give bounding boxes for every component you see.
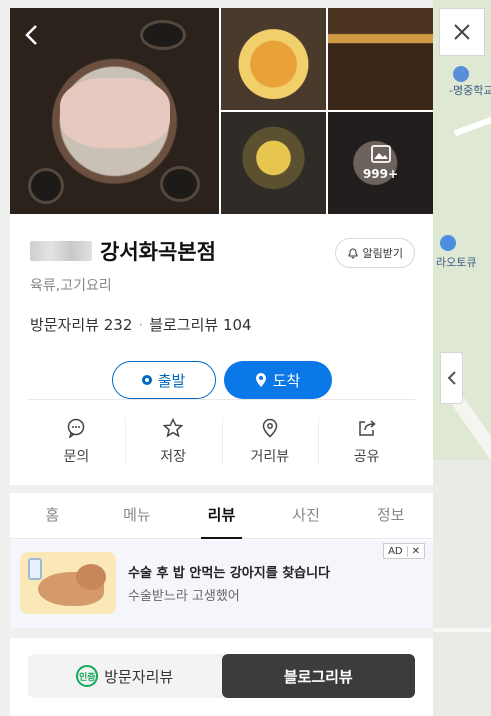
location-pin-icon xyxy=(255,373,266,387)
place-panel: 999+ 강서화곡본점 알림받기 육류,고기요리 방문자리뷰 232 · 블로그리뷰… xyxy=(10,8,433,716)
photo-thumb-3[interactable] xyxy=(221,112,326,214)
map-label-shop[interactable]: 라오토큐 xyxy=(436,254,476,270)
chevron-left-icon xyxy=(447,371,456,385)
review-type-switch: 인증 방문자리뷰 블로그리뷰 xyxy=(28,654,415,698)
photo-gallery: 999+ xyxy=(10,8,433,214)
action-label: 공유 xyxy=(353,449,380,465)
place-name: 강서화곡본점 xyxy=(100,240,216,264)
more-photos-count: 999+ xyxy=(362,167,399,181)
certified-badge-icon: 인증 xyxy=(76,665,99,687)
collapse-panel-button[interactable] xyxy=(440,352,463,404)
divider xyxy=(28,399,415,400)
blog-review-count[interactable]: 블로그리뷰 104 xyxy=(149,316,251,334)
school-map-icon[interactable] xyxy=(453,66,469,82)
share-icon xyxy=(358,420,376,436)
action-share[interactable]: 공유 xyxy=(318,406,415,478)
ad-subtitle[interactable]: 수술받느라 고생했어 xyxy=(128,585,240,604)
chevron-left-icon xyxy=(25,25,37,45)
action-label: 문의 xyxy=(63,449,90,465)
place-info: 강서화곡본점 알림받기 육류,고기요리 방문자리뷰 232 · 블로그리뷰 104 … xyxy=(10,214,433,399)
more-photos-button[interactable]: 999+ xyxy=(328,112,433,214)
tab-bar: 홈 메뉴 리뷰 사진 정보 xyxy=(10,493,433,539)
photo-main[interactable] xyxy=(10,8,219,214)
visitor-review-tab[interactable]: 인증 방문자리뷰 xyxy=(28,654,222,698)
back-button[interactable] xyxy=(24,24,38,50)
tab-review[interactable]: 리뷰 xyxy=(179,493,264,539)
section-gap xyxy=(10,485,433,493)
blurred-name xyxy=(30,241,92,261)
location-pin-icon xyxy=(262,418,278,438)
image-icon xyxy=(370,145,391,163)
action-street-view[interactable]: 거리뷰 xyxy=(221,406,319,478)
ad-title[interactable]: 수술 후 밥 안먹는 강아지를 찾습니다 xyxy=(128,562,330,581)
ad-badge: AD ✕ xyxy=(383,543,425,559)
alarm-label: 알림받기 xyxy=(362,247,403,260)
action-label: 거리뷰 xyxy=(250,449,290,465)
review-separator: · xyxy=(138,316,144,334)
close-icon xyxy=(454,24,470,40)
blog-review-tab[interactable]: 블로그리뷰 xyxy=(221,654,415,698)
tab-home[interactable]: 홈 xyxy=(10,493,95,538)
action-label: 저장 xyxy=(160,449,186,465)
close-button[interactable] xyxy=(439,8,485,56)
review-counts: 방문자리뷰 232 · 블로그리뷰 104 xyxy=(30,314,413,335)
visitor-review-label: 방문자리뷰 xyxy=(104,667,174,686)
route-start-label: 출발 xyxy=(157,371,186,390)
place-category: 육류,고기요리 xyxy=(30,278,112,294)
chat-icon xyxy=(68,418,85,438)
alarm-button[interactable]: 알림받기 xyxy=(334,238,415,268)
action-bar: 문의 저장 거리뷰 공유 xyxy=(28,406,415,478)
bell-icon xyxy=(348,248,358,259)
tool-map-icon[interactable] xyxy=(440,235,456,251)
ad-image[interactable] xyxy=(20,552,116,614)
tab-menu[interactable]: 메뉴 xyxy=(95,493,180,538)
ad-label[interactable]: AD xyxy=(384,546,407,557)
route-buttons: 출발 도착 xyxy=(30,361,413,399)
tab-info[interactable]: 정보 xyxy=(348,493,433,538)
photo-thumb-1[interactable] xyxy=(221,8,326,110)
map-road xyxy=(433,628,491,632)
ad-close-button[interactable]: ✕ xyxy=(406,545,424,557)
star-icon xyxy=(163,418,184,438)
start-point-icon xyxy=(141,375,152,385)
section-gap xyxy=(10,628,433,638)
visitor-review-count[interactable]: 방문자리뷰 232 xyxy=(30,316,132,334)
route-arrive-button[interactable]: 도착 xyxy=(223,361,332,399)
action-inquiry[interactable]: 문의 xyxy=(28,406,125,478)
ad-banner[interactable]: 수술 후 밥 안먹는 강아지를 찾습니다 수술받느라 고생했어 AD ✕ xyxy=(10,540,433,628)
photo-thumb-2[interactable] xyxy=(328,8,433,110)
map-label-school[interactable]: -명중학교 xyxy=(449,82,491,98)
tab-photo[interactable]: 사진 xyxy=(264,493,349,538)
route-start-button[interactable]: 출발 xyxy=(111,361,216,399)
action-save[interactable]: 저장 xyxy=(124,406,222,478)
route-arrive-label: 도착 xyxy=(272,371,301,390)
